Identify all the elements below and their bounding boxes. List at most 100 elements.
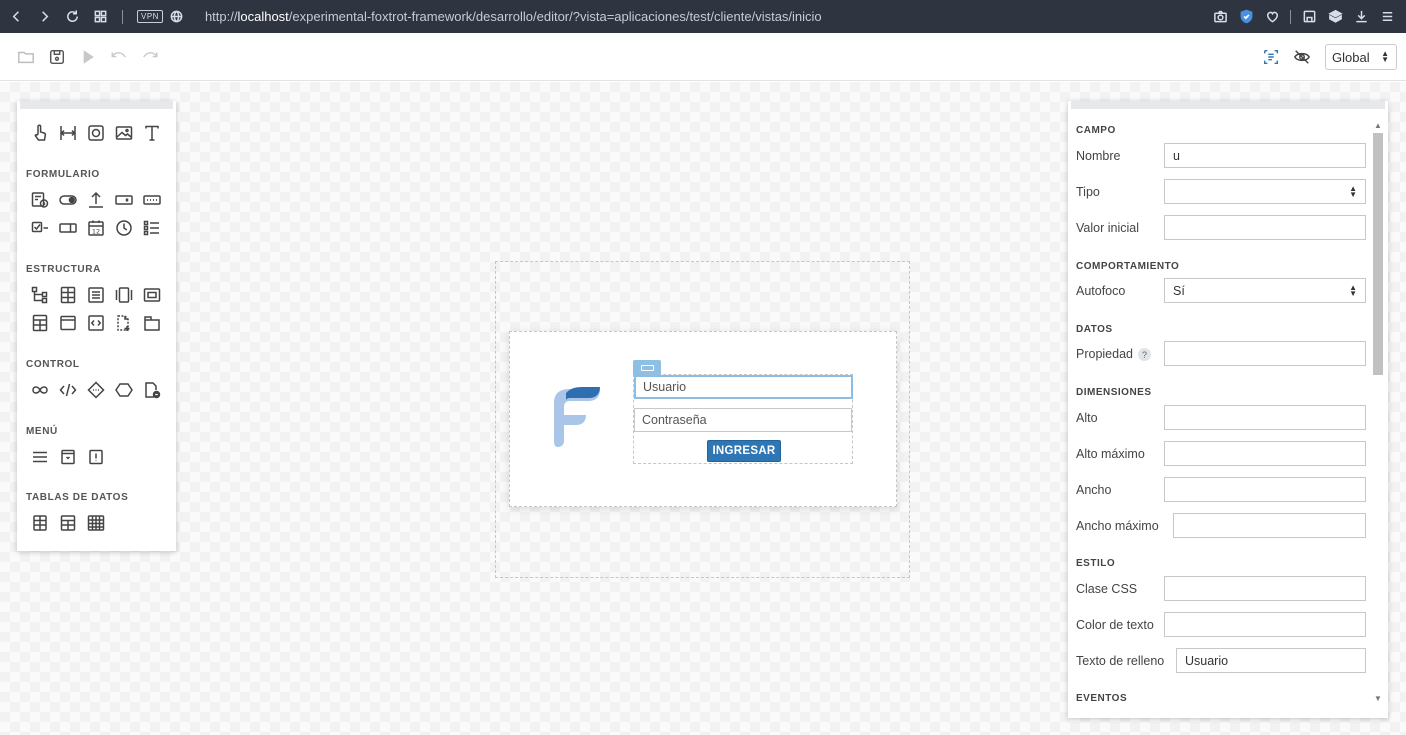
alto-maximo-input[interactable]: [1164, 441, 1366, 466]
page-icon[interactable]: [110, 309, 138, 337]
section-eventos: EVENTOS: [1076, 693, 1128, 704]
hamburger-menu-icon[interactable]: [26, 443, 54, 471]
updown-icon: ▲ ▼: [1381, 49, 1389, 64]
scope-select[interactable]: Global ▲ ▼: [1325, 44, 1397, 70]
label-ancho: Ancho: [1076, 483, 1112, 497]
label-propiedad: Propiedad?: [1076, 347, 1151, 362]
image-icon[interactable]: [110, 119, 138, 147]
save-icon[interactable]: [41, 42, 72, 72]
embed-icon[interactable]: [82, 309, 110, 337]
click-icon[interactable]: [26, 119, 54, 147]
back-icon[interactable]: [2, 0, 30, 33]
table-layout-icon[interactable]: [26, 309, 54, 337]
rows-layout-icon[interactable]: [82, 281, 110, 309]
table-columns-icon[interactable]: [26, 509, 54, 537]
palette-section-menu: MENÚ: [26, 426, 58, 437]
container-icon[interactable]: [138, 281, 166, 309]
speed-dial-icon[interactable]: [86, 0, 114, 33]
alto-input[interactable]: [1164, 405, 1366, 430]
divider: [122, 9, 123, 24]
spacer-icon[interactable]: [54, 119, 82, 147]
nombre-input[interactable]: u: [1164, 143, 1366, 168]
section-datos: DATOS: [1076, 324, 1113, 335]
include-file-icon[interactable]: [138, 376, 166, 404]
calendar-icon[interactable]: 12: [82, 214, 110, 242]
autofoco-select[interactable]: Sí ▲ ▼: [1164, 278, 1366, 303]
selected-element-tag[interactable]: [633, 360, 661, 375]
texto-relleno-value: Usuario: [1185, 653, 1229, 668]
condition-icon[interactable]: [82, 376, 110, 404]
ancho-input[interactable]: [1164, 477, 1366, 502]
columns-layout-icon[interactable]: [110, 281, 138, 309]
propiedad-input[interactable]: [1164, 341, 1366, 366]
undo-icon[interactable]: [103, 42, 134, 72]
window-icon[interactable]: [54, 309, 82, 337]
loop-icon[interactable]: [26, 376, 54, 404]
label-nombre: Nombre: [1076, 149, 1121, 163]
camera-icon[interactable]: [1207, 0, 1233, 33]
code-icon[interactable]: [54, 376, 82, 404]
scrollbar-thumb[interactable]: [1373, 133, 1383, 375]
table-rows-icon[interactable]: [54, 509, 82, 537]
data-grid-icon[interactable]: [82, 509, 110, 537]
toggle-icon[interactable]: [54, 186, 82, 214]
eye-off-icon[interactable]: [1286, 42, 1317, 72]
tree-icon[interactable]: [26, 281, 54, 309]
reload-icon[interactable]: [58, 0, 86, 33]
open-folder-icon[interactable]: [10, 42, 41, 72]
dropdown-menu-icon[interactable]: [54, 443, 82, 471]
ancho-maximo-input[interactable]: [1173, 513, 1366, 538]
label-alto: Alto: [1076, 411, 1098, 425]
wallet-icon[interactable]: [1296, 0, 1322, 33]
color-texto-input[interactable]: [1164, 612, 1366, 637]
hexagon-icon[interactable]: [110, 376, 138, 404]
forward-icon[interactable]: [30, 0, 58, 33]
run-icon[interactable]: [72, 42, 103, 72]
section-estilo: ESTILO: [1076, 558, 1116, 569]
address-bar[interactable]: http://localhost/experimental-foxtrot-fr…: [205, 9, 822, 24]
panel-icon[interactable]: [82, 119, 110, 147]
palette-section-formulario: FORMULARIO: [26, 169, 100, 180]
login-button[interactable]: INGRESAR: [707, 440, 781, 462]
password-input[interactable]: Contraseña: [634, 408, 852, 432]
grid-layout-icon[interactable]: [54, 281, 82, 309]
heart-icon[interactable]: [1259, 0, 1285, 33]
select-field-icon[interactable]: [54, 214, 82, 242]
password-field-icon[interactable]: [138, 186, 166, 214]
valor-inicial-input[interactable]: [1164, 215, 1366, 240]
tab-panel-icon[interactable]: [138, 309, 166, 337]
palette-section-estructura: ESTRUCTURA: [26, 264, 101, 275]
menu-item-icon[interactable]: [82, 443, 110, 471]
form-icon[interactable]: [26, 186, 54, 214]
tipo-select[interactable]: ▲ ▼: [1164, 179, 1366, 204]
help-icon[interactable]: ?: [1138, 348, 1151, 362]
clase-css-input[interactable]: [1164, 576, 1366, 601]
download-icon[interactable]: [1348, 0, 1374, 33]
scroll-up-icon[interactable]: ▲: [1372, 119, 1384, 131]
palette-section-tablas: TABLAS DE DATOS: [26, 492, 129, 503]
text-icon[interactable]: [138, 119, 166, 147]
redo-icon[interactable]: [134, 42, 165, 72]
select-frame-icon[interactable]: [1255, 42, 1286, 72]
section-comportamiento: COMPORTAMIENTO: [1076, 261, 1180, 272]
updown-icon: ▲ ▼: [1349, 183, 1357, 199]
texto-relleno-input[interactable]: Usuario: [1176, 648, 1366, 673]
scroll-down-icon[interactable]: ▼: [1372, 692, 1384, 704]
menu-icon[interactable]: [1374, 0, 1400, 33]
properties-drag-handle[interactable]: [1071, 101, 1385, 109]
label-clase-css: Clase CSS: [1076, 582, 1138, 596]
browser-toolbar: VPN http://localhost/experimental-foxtro…: [0, 0, 1406, 33]
globe-icon[interactable]: [163, 0, 191, 33]
shield-icon[interactable]: [1233, 0, 1259, 33]
username-input[interactable]: Usuario: [634, 375, 853, 399]
properties-scrollbar[interactable]: ▲ ▼: [1372, 119, 1384, 707]
upload-icon[interactable]: [82, 186, 110, 214]
clock-icon[interactable]: [110, 214, 138, 242]
label-alto-maximo: Alto máximo: [1076, 447, 1145, 461]
cube-icon[interactable]: [1322, 0, 1348, 33]
checkbox-icon[interactable]: [26, 214, 54, 242]
vpn-badge[interactable]: VPN: [137, 10, 163, 23]
list-options-icon[interactable]: [138, 214, 166, 242]
palette-drag-handle[interactable]: [20, 101, 173, 109]
input-field-icon[interactable]: [110, 186, 138, 214]
